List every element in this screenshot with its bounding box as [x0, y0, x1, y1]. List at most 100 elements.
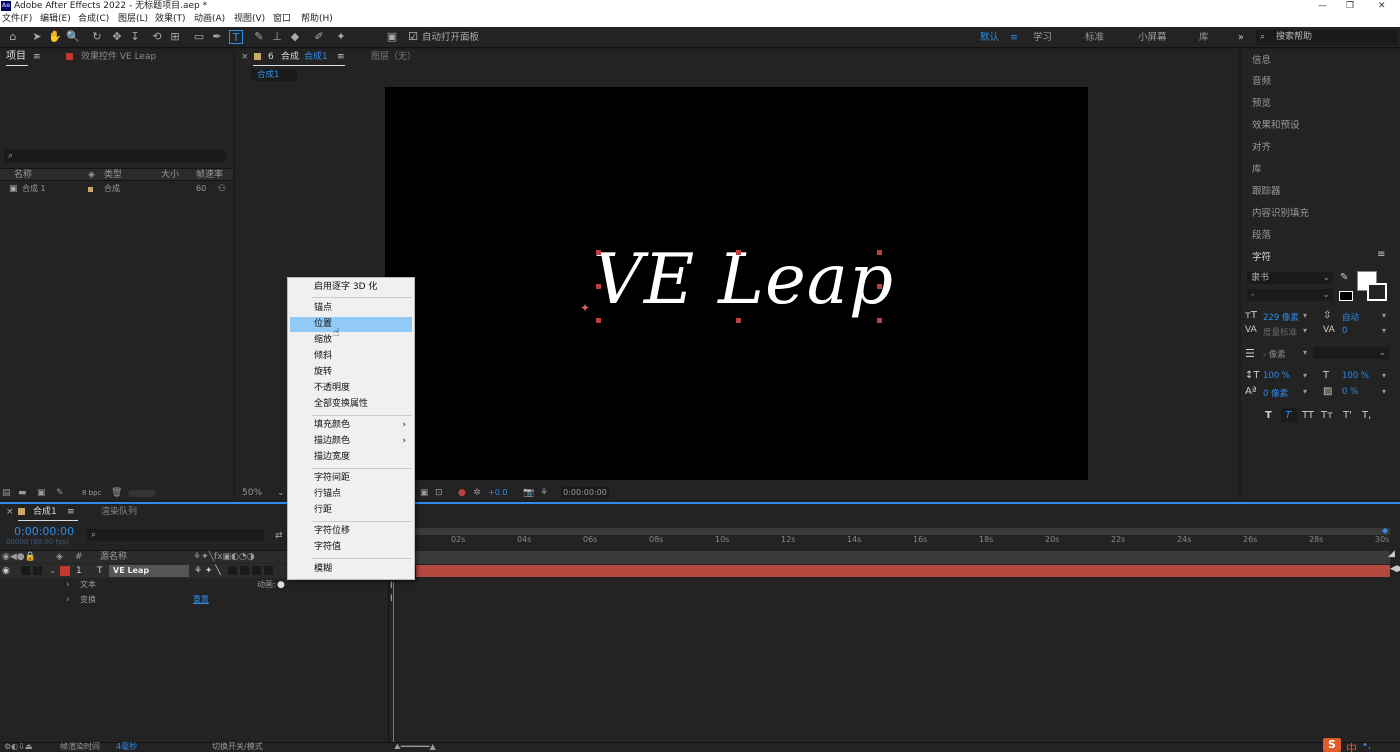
- pan-behind-tool-icon[interactable]: ⊞: [168, 30, 182, 44]
- bbox-handle[interactable]: [596, 318, 601, 323]
- faux-italic-button[interactable]: T: [1285, 410, 1291, 421]
- comp-flow-icon[interactable]: ⇄: [275, 531, 283, 541]
- layer-duration-bar[interactable]: [416, 565, 1390, 577]
- menu-item-fill-color[interactable]: 填充颜色: [314, 419, 350, 432]
- transform-property-group[interactable]: 变换: [80, 594, 96, 606]
- layer-label-swatch[interactable]: [60, 566, 70, 576]
- subscript-button[interactable]: T,: [1362, 410, 1371, 421]
- delete-icon[interactable]: 🗑: [111, 487, 122, 499]
- small-caps-button[interactable]: Tт: [1321, 410, 1333, 421]
- bbox-handle[interactable]: [877, 318, 882, 323]
- menu-item-anchor[interactable]: 锚点: [314, 302, 332, 315]
- bbox-handle[interactable]: [596, 250, 601, 255]
- auto-open-checkbox[interactable]: ☑: [406, 30, 420, 44]
- thumbnail-slider[interactable]: [128, 490, 156, 497]
- panel-library[interactable]: 库: [1252, 161, 1262, 175]
- menu-help[interactable]: 帮助(H): [301, 12, 333, 27]
- project-panel-menu-icon[interactable]: ≡: [33, 51, 41, 63]
- kerning-value[interactable]: 度量标准: [1263, 326, 1297, 338]
- panel-effects-presets[interactable]: 效果和预设: [1252, 117, 1300, 131]
- workspace-learn[interactable]: 学习: [1033, 31, 1052, 44]
- close-tab-icon[interactable]: ×: [241, 51, 249, 63]
- maximize-button[interactable]: ❐: [1346, 0, 1354, 12]
- workspace-small-screen[interactable]: 小屏幕: [1138, 31, 1167, 44]
- zoom-tool-icon[interactable]: 🔍: [66, 30, 80, 44]
- leading-value[interactable]: 自动: [1342, 311, 1359, 323]
- reset-link[interactable]: 重置: [193, 594, 209, 606]
- audio-toggle[interactable]: [21, 566, 30, 575]
- menu-layer[interactable]: 图层(L): [118, 12, 148, 27]
- time-ruler-track[interactable]: [389, 551, 1390, 564]
- tab-effect-controls[interactable]: 效果控件 VE Leap: [81, 51, 156, 63]
- tab-project[interactable]: 项目: [6, 51, 26, 63]
- col-size[interactable]: 大小: [161, 169, 179, 181]
- menu-item-all-transform[interactable]: 全部变换属性: [314, 398, 368, 411]
- all-caps-button[interactable]: TT: [1302, 410, 1314, 421]
- dolly-tool-icon[interactable]: ↧: [128, 30, 142, 44]
- chevron-down-icon[interactable]: ▾: [1303, 387, 1307, 396]
- toggle-switches-modes[interactable]: 切换开关/模式: [212, 741, 263, 752]
- chevron-down-icon[interactable]: ▾: [1303, 326, 1307, 335]
- chevron-down-icon[interactable]: ▾: [1303, 311, 1307, 320]
- pen-tool-icon[interactable]: ✒: [210, 30, 224, 44]
- chevron-right-icon[interactable]: ›: [66, 579, 70, 591]
- project-search-input[interactable]: ⌕: [4, 150, 226, 162]
- panel-tracker[interactable]: 跟踪器: [1252, 183, 1281, 197]
- chevron-down-icon[interactable]: ⌄: [49, 565, 57, 577]
- new-comp-icon[interactable]: ▣: [37, 487, 46, 499]
- menu-effect[interactable]: 效果(T): [155, 12, 186, 27]
- font-style-select[interactable]: - ⌄: [1247, 289, 1333, 301]
- table-row[interactable]: ▣ 合成 1 合成 60 ⚇: [0, 183, 233, 196]
- font-size-value[interactable]: 229 像素: [1263, 311, 1299, 323]
- anchor-point-icon[interactable]: ✦: [580, 301, 590, 315]
- brush-tool-icon[interactable]: ✎: [252, 30, 266, 44]
- menu-item-skew[interactable]: 倾斜: [314, 350, 332, 363]
- comp-tab-label[interactable]: 合成: [281, 51, 299, 63]
- tracking-value[interactable]: 0: [1342, 326, 1347, 336]
- col-name[interactable]: 名称: [14, 169, 32, 181]
- eyedropper-icon[interactable]: ✎: [1340, 272, 1348, 283]
- exposure-icon[interactable]: ✲: [473, 487, 481, 499]
- tab-render-queue[interactable]: 渲染队列: [101, 506, 137, 518]
- comp-tab-name[interactable]: 合成1: [304, 51, 328, 63]
- menu-item-tracking[interactable]: 字符间距: [314, 472, 350, 485]
- text-property-group[interactable]: 文本: [80, 579, 96, 591]
- chevron-right-icon[interactable]: ›: [66, 594, 70, 606]
- menu-item-line-anchor[interactable]: 行锚点: [314, 488, 341, 501]
- horizontal-scale-value[interactable]: 100 %: [1342, 371, 1369, 381]
- stroke-color-swatch[interactable]: [1367, 283, 1387, 301]
- chevron-down-icon[interactable]: ▾: [1382, 311, 1386, 320]
- close-button[interactable]: ✕: [1378, 0, 1386, 12]
- current-time-indicator[interactable]: [393, 582, 394, 752]
- menu-item-opacity[interactable]: 不透明度: [314, 382, 350, 395]
- grid-icon[interactable]: ⊡: [435, 487, 443, 499]
- home-icon[interactable]: ⌂: [6, 30, 20, 44]
- hand-tool-icon[interactable]: ✋: [48, 30, 62, 44]
- menu-item-position[interactable]: 位置: [314, 318, 332, 331]
- pan-tool-icon[interactable]: ✥: [110, 30, 124, 44]
- timeline-menu-icon[interactable]: ≡: [67, 506, 75, 518]
- stroke-width-value[interactable]: - 像素: [1263, 348, 1286, 360]
- visibility-eye-icon[interactable]: ◉: [2, 565, 10, 577]
- playhead-end-icon[interactable]: ◢: [1388, 549, 1395, 559]
- timeline-tab-comp[interactable]: 合成1: [33, 506, 57, 518]
- col-type[interactable]: 类型: [104, 169, 122, 181]
- chevron-down-icon[interactable]: ▾: [1303, 371, 1307, 380]
- vertical-scale-value[interactable]: 100 %: [1263, 371, 1290, 381]
- roto-brush-icon[interactable]: ✐: [312, 30, 326, 44]
- help-search-field[interactable]: ⌕ 搜索帮助: [1256, 30, 1398, 45]
- adjust-icon[interactable]: ✎: [56, 487, 64, 499]
- panel-content-aware-fill[interactable]: 内容识别填充: [1252, 205, 1309, 219]
- stroke-mode-select[interactable]: ⌄: [1313, 347, 1389, 359]
- menu-file[interactable]: 文件(F): [2, 12, 32, 27]
- font-family-select[interactable]: 隶书 ⌄: [1247, 272, 1333, 284]
- chevron-down-icon[interactable]: ▾: [1382, 387, 1386, 396]
- work-area-end-handle[interactable]: ◆: [1382, 526, 1388, 535]
- menu-composition[interactable]: 合成(C): [78, 12, 109, 27]
- exposure-value[interactable]: +0.0: [488, 487, 507, 499]
- canvas-text-layer[interactable]: VE Leap: [593, 239, 894, 321]
- rotate-tool-icon[interactable]: ⟲: [150, 30, 164, 44]
- menu-edit[interactable]: 编辑(E): [40, 12, 71, 27]
- puppet-tool-icon[interactable]: ✦: [334, 30, 348, 44]
- workspace-standard[interactable]: 标准: [1085, 31, 1104, 44]
